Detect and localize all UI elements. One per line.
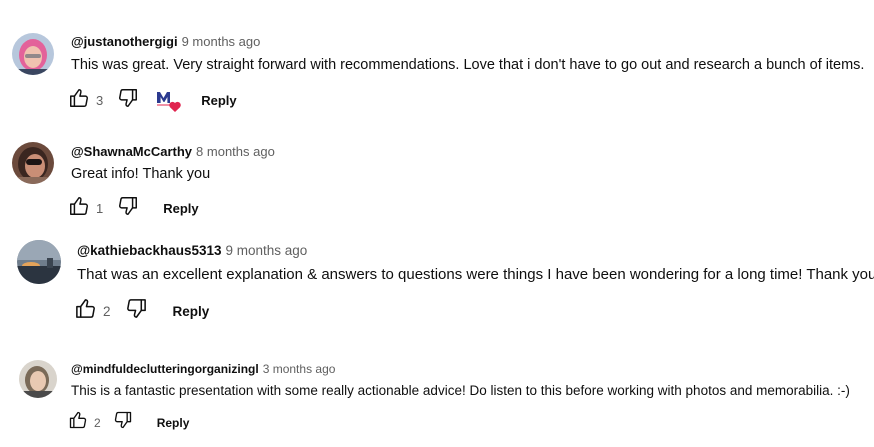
comment-actions: 3 Reply	[68, 87, 237, 114]
avatar-image	[19, 360, 57, 398]
author-name[interactable]: @mindfuldeclutteringorganizingl	[71, 362, 259, 376]
author-name[interactable]: @kathiebackhaus5313	[77, 243, 222, 258]
thumbs-up-icon[interactable]	[74, 297, 97, 325]
comment-actions: 2 Reply	[68, 410, 189, 435]
avatar[interactable]	[12, 142, 54, 184]
author-name[interactable]: @justanothergigi	[71, 34, 178, 49]
comment-header: @mindfuldeclutteringorganizingl 3 months …	[71, 362, 335, 376]
timestamp[interactable]: 3 months ago	[263, 362, 336, 376]
timestamp[interactable]: 9 months ago	[182, 34, 261, 49]
comment-text: This was great. Very straight forward wi…	[71, 57, 865, 73]
reply-button[interactable]: Reply	[201, 93, 236, 108]
thumbs-down-icon[interactable]	[117, 87, 139, 114]
thumbs-up-icon[interactable]	[68, 410, 88, 435]
like-count: 3	[96, 93, 104, 108]
like-count: 2	[103, 303, 111, 319]
avatar[interactable]	[19, 360, 57, 398]
creator-heart-icon[interactable]	[155, 89, 181, 113]
comment-text: Great info! Thank you	[71, 166, 211, 182]
comment-header: @justanothergigi 9 months ago	[71, 34, 260, 49]
reply-button[interactable]: Reply	[157, 416, 190, 430]
timestamp[interactable]: 8 months ago	[196, 144, 275, 159]
comment-header: @ShawnaMcCarthy 8 months ago	[71, 144, 275, 159]
timestamp[interactable]: 9 months ago	[226, 243, 308, 258]
avatar[interactable]	[17, 240, 61, 284]
avatar-image	[12, 33, 54, 75]
comment-text: This is a fantastic presentation with so…	[71, 383, 850, 398]
reply-button[interactable]: Reply	[163, 201, 198, 216]
reply-button[interactable]: Reply	[173, 304, 210, 319]
thumbs-down-icon[interactable]	[125, 297, 148, 325]
avatar[interactable]	[12, 33, 54, 75]
author-name[interactable]: @ShawnaMcCarthy	[71, 144, 192, 159]
like-count: 1	[96, 201, 104, 216]
thumbs-up-icon[interactable]	[68, 195, 90, 222]
comment-actions: 1 Reply	[68, 195, 199, 222]
thumbs-down-icon[interactable]	[117, 195, 139, 222]
thumbs-up-icon[interactable]	[68, 87, 90, 114]
comment-actions: 2 Reply	[74, 297, 209, 325]
thumbs-down-icon[interactable]	[113, 410, 133, 435]
avatar-image	[12, 142, 54, 184]
avatar-image	[17, 240, 61, 284]
like-count: 2	[94, 415, 101, 430]
comment-header: @kathiebackhaus5313 9 months ago	[77, 243, 307, 258]
comment-text: That was an excellent explanation & answ…	[77, 266, 874, 283]
